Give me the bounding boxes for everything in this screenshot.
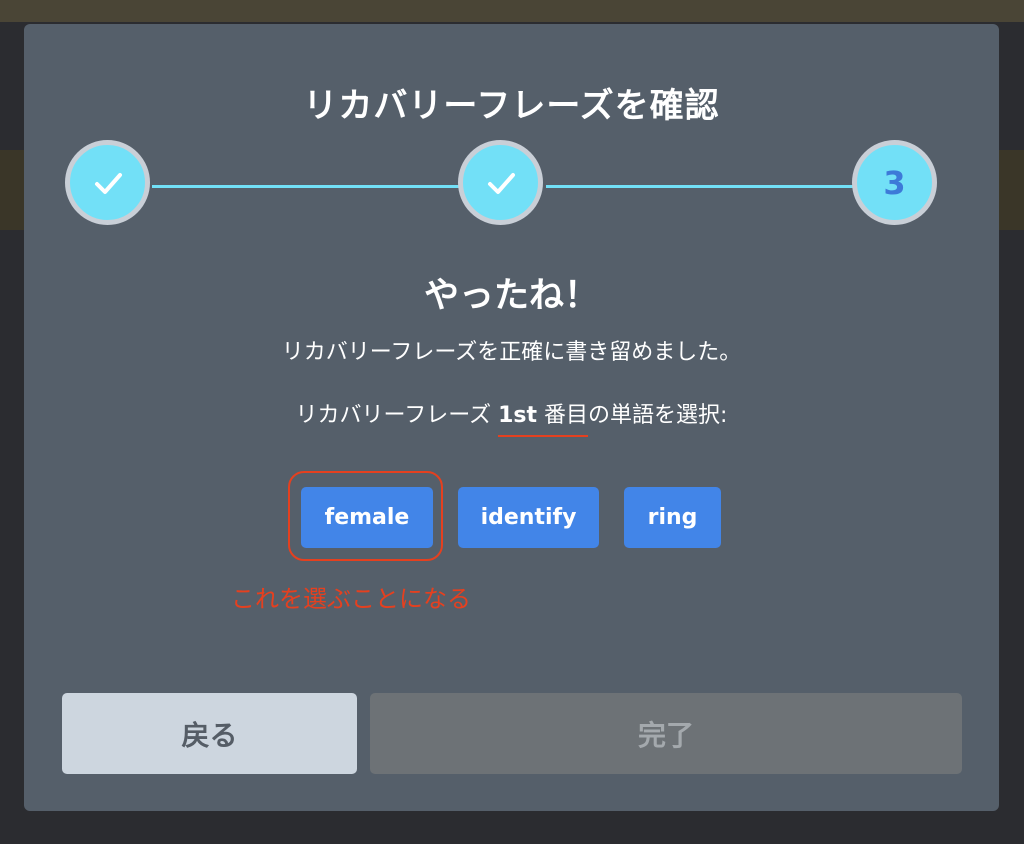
instruction-suffix: の単語を選択: [588, 403, 728, 428]
word-ordinal: 1st [498, 403, 538, 428]
annotation-note: これを選ぶことになる [231, 585, 471, 613]
step-number: 3 [883, 163, 906, 202]
checkmark-icon [487, 172, 515, 194]
step-1-complete [65, 140, 150, 225]
position-underline [498, 435, 589, 437]
word-position: 1st 番目 [498, 400, 589, 437]
done-button[interactable]: 完了 [370, 693, 962, 774]
step-connector-1 [152, 185, 464, 188]
confirm-phrase-dialog: リカバリーフレーズを確認 3 やったね！ リカバリーフレーズを正確に書き留めまし… [24, 24, 999, 811]
instruction-prefix: リカバリーフレーズ [295, 403, 499, 428]
checkmark-icon [94, 172, 122, 194]
word-option-ring[interactable]: ring [624, 487, 721, 548]
dialog-title: リカバリーフレーズを確認 [303, 86, 720, 126]
step-3-current: 3 [852, 140, 937, 225]
step-2-complete [458, 140, 543, 225]
step-connector-2 [546, 185, 858, 188]
annotation-highlight [288, 471, 443, 561]
select-word-instruction: リカバリーフレーズ 1st 番目 の単語を選択: [24, 400, 999, 437]
word-option-identify[interactable]: identify [458, 487, 599, 548]
back-button[interactable]: 戻る [62, 693, 357, 774]
success-heading: やったね！ [423, 276, 599, 316]
backdrop-strip [0, 0, 1024, 22]
word-counter: 番目 [537, 403, 589, 428]
success-message: リカバリーフレーズを正確に書き留めました。 [281, 340, 742, 365]
